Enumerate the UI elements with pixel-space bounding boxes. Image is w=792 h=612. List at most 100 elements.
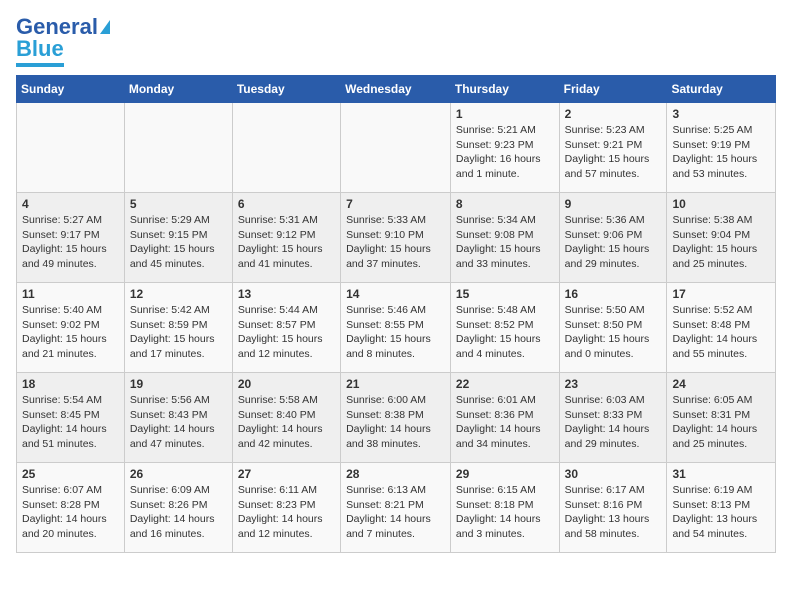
day-info: Sunrise: 6:13 AMSunset: 8:21 PMDaylight:… (346, 483, 445, 542)
day-info: Sunrise: 6:11 AMSunset: 8:23 PMDaylight:… (238, 483, 335, 542)
day-number: 29 (456, 467, 554, 481)
col-header-tuesday: Tuesday (232, 76, 340, 103)
day-info: Sunrise: 5:21 AMSunset: 9:23 PMDaylight:… (456, 123, 554, 182)
day-number: 21 (346, 377, 445, 391)
day-number: 31 (672, 467, 770, 481)
col-header-sunday: Sunday (17, 76, 125, 103)
day-info: Sunrise: 5:48 AMSunset: 8:52 PMDaylight:… (456, 303, 554, 362)
day-number: 25 (22, 467, 119, 481)
day-number: 2 (565, 107, 662, 121)
day-info: Sunrise: 5:36 AMSunset: 9:06 PMDaylight:… (565, 213, 662, 272)
calendar-cell: 16 Sunrise: 5:50 AMSunset: 8:50 PMDayligh… (559, 283, 667, 373)
calendar-cell: 6Sunrise: 5:31 AMSunset: 9:12 PMDaylight… (232, 193, 340, 283)
calendar-cell: 27 Sunrise: 6:11 AMSunset: 8:23 PMDayligh… (232, 463, 340, 553)
day-info: Sunrise: 6:17 AMSunset: 8:16 PMDaylight:… (565, 483, 662, 542)
day-info: Sunrise: 5:33 AMSunset: 9:10 PMDaylight:… (346, 213, 445, 272)
calendar-cell: 23Sunrise: 6:03 AMSunset: 8:33 PMDayligh… (559, 373, 667, 463)
logo: General Blue (16, 16, 110, 67)
calendar-cell: 28 Sunrise: 6:13 AMSunset: 8:21 PMDayligh… (341, 463, 451, 553)
day-info: Sunrise: 5:42 AMSunset: 8:59 PMDaylight:… (130, 303, 227, 362)
calendar-cell: 7 Sunrise: 5:33 AMSunset: 9:10 PMDaylight… (341, 193, 451, 283)
day-info: Sunrise: 5:38 AMSunset: 9:04 PMDaylight:… (672, 213, 770, 272)
day-number: 20 (238, 377, 335, 391)
calendar-cell: 21Sunrise: 6:00 AMSunset: 8:38 PMDayligh… (341, 373, 451, 463)
day-info: Sunrise: 5:56 AMSunset: 8:43 PMDaylight:… (130, 393, 227, 452)
calendar-cell (341, 103, 451, 193)
day-number: 30 (565, 467, 662, 481)
calendar-cell: 17Sunrise: 5:52 AMSunset: 8:48 PMDayligh… (667, 283, 776, 373)
calendar-week-3: 11 Sunrise: 5:40 AMSunset: 9:02 PMDayligh… (17, 283, 776, 373)
day-info: Sunrise: 5:46 AMSunset: 8:55 PMDaylight:… (346, 303, 445, 362)
calendar-cell: 30 Sunrise: 6:17 AMSunset: 8:16 PMDayligh… (559, 463, 667, 553)
day-info: Sunrise: 5:29 AMSunset: 9:15 PMDaylight:… (130, 213, 227, 272)
day-number: 28 (346, 467, 445, 481)
calendar-cell: 31 Sunrise: 6:19 AMSunset: 8:13 PMDayligh… (667, 463, 776, 553)
calendar-cell: 4 Sunrise: 5:27 AMSunset: 9:17 PMDaylight… (17, 193, 125, 283)
day-number: 18 (22, 377, 119, 391)
day-number: 19 (130, 377, 227, 391)
day-info: Sunrise: 6:07 AMSunset: 8:28 PMDaylight:… (22, 483, 119, 542)
day-number: 1 (456, 107, 554, 121)
day-number: 15 (456, 287, 554, 301)
calendar-cell: 10 Sunrise: 5:38 AMSunset: 9:04 PMDayligh… (667, 193, 776, 283)
day-number: 3 (672, 107, 770, 121)
day-number: 9 (565, 197, 662, 211)
calendar-cell: 11 Sunrise: 5:40 AMSunset: 9:02 PMDayligh… (17, 283, 125, 373)
day-number: 4 (22, 197, 119, 211)
calendar-cell (17, 103, 125, 193)
day-info: Sunrise: 5:50 AMSunset: 8:50 PMDaylight:… (565, 303, 662, 362)
day-info: Sunrise: 5:52 AMSunset: 8:48 PMDaylight:… (672, 303, 770, 362)
calendar-cell: 8 Sunrise: 5:34 AMSunset: 9:08 PMDaylight… (450, 193, 559, 283)
calendar-week-1: 1 Sunrise: 5:21 AMSunset: 9:23 PMDaylight… (17, 103, 776, 193)
logo-bar (16, 63, 64, 67)
calendar-week-5: 25 Sunrise: 6:07 AMSunset: 8:28 PMDayligh… (17, 463, 776, 553)
calendar-cell: 9 Sunrise: 5:36 AMSunset: 9:06 PMDaylight… (559, 193, 667, 283)
calendar-cell: 12 Sunrise: 5:42 AMSunset: 8:59 PMDayligh… (124, 283, 232, 373)
calendar-cell: 5Sunrise: 5:29 AMSunset: 9:15 PMDaylight… (124, 193, 232, 283)
day-info: Sunrise: 6:01 AMSunset: 8:36 PMDaylight:… (456, 393, 554, 452)
calendar-cell: 1 Sunrise: 5:21 AMSunset: 9:23 PMDaylight… (450, 103, 559, 193)
day-number: 7 (346, 197, 445, 211)
calendar-cell: 20 Sunrise: 5:58 AMSunset: 8:40 PMDayligh… (232, 373, 340, 463)
calendar-table: SundayMondayTuesdayWednesdayThursdayFrid… (16, 75, 776, 553)
day-info: Sunrise: 6:05 AMSunset: 8:31 PMDaylight:… (672, 393, 770, 452)
calendar-cell: 3Sunrise: 5:25 AMSunset: 9:19 PMDaylight… (667, 103, 776, 193)
day-info: Sunrise: 6:15 AMSunset: 8:18 PMDaylight:… (456, 483, 554, 542)
day-info: Sunrise: 5:34 AMSunset: 9:08 PMDaylight:… (456, 213, 554, 272)
calendar-cell: 2Sunrise: 5:23 AMSunset: 9:21 PMDaylight… (559, 103, 667, 193)
calendar-cell: 14 Sunrise: 5:46 AMSunset: 8:55 PMDayligh… (341, 283, 451, 373)
day-info: Sunrise: 5:54 AMSunset: 8:45 PMDaylight:… (22, 393, 119, 452)
calendar-cell: 24Sunrise: 6:05 AMSunset: 8:31 PMDayligh… (667, 373, 776, 463)
calendar-week-2: 4 Sunrise: 5:27 AMSunset: 9:17 PMDaylight… (17, 193, 776, 283)
day-number: 22 (456, 377, 554, 391)
day-number: 6 (238, 197, 335, 211)
calendar-cell: 18 Sunrise: 5:54 AMSunset: 8:45 PMDayligh… (17, 373, 125, 463)
day-number: 11 (22, 287, 119, 301)
logo-text: General (16, 16, 98, 38)
calendar-cell (232, 103, 340, 193)
day-info: Sunrise: 5:27 AMSunset: 9:17 PMDaylight:… (22, 213, 119, 272)
col-header-thursday: Thursday (450, 76, 559, 103)
calendar-cell (124, 103, 232, 193)
calendar-week-4: 18 Sunrise: 5:54 AMSunset: 8:45 PMDayligh… (17, 373, 776, 463)
calendar-cell: 25 Sunrise: 6:07 AMSunset: 8:28 PMDayligh… (17, 463, 125, 553)
day-number: 8 (456, 197, 554, 211)
day-info: Sunrise: 6:09 AMSunset: 8:26 PMDaylight:… (130, 483, 227, 542)
day-info: Sunrise: 6:19 AMSunset: 8:13 PMDaylight:… (672, 483, 770, 542)
col-header-monday: Monday (124, 76, 232, 103)
day-number: 14 (346, 287, 445, 301)
page-header: General Blue (16, 16, 776, 67)
col-header-wednesday: Wednesday (341, 76, 451, 103)
day-number: 12 (130, 287, 227, 301)
calendar-header-row: SundayMondayTuesdayWednesdayThursdayFrid… (17, 76, 776, 103)
day-info: Sunrise: 5:40 AMSunset: 9:02 PMDaylight:… (22, 303, 119, 362)
day-info: Sunrise: 6:03 AMSunset: 8:33 PMDaylight:… (565, 393, 662, 452)
day-number: 10 (672, 197, 770, 211)
day-number: 27 (238, 467, 335, 481)
day-number: 16 (565, 287, 662, 301)
calendar-cell: 22 Sunrise: 6:01 AMSunset: 8:36 PMDayligh… (450, 373, 559, 463)
day-number: 13 (238, 287, 335, 301)
day-info: Sunrise: 5:58 AMSunset: 8:40 PMDaylight:… (238, 393, 335, 452)
day-number: 26 (130, 467, 227, 481)
col-header-friday: Friday (559, 76, 667, 103)
